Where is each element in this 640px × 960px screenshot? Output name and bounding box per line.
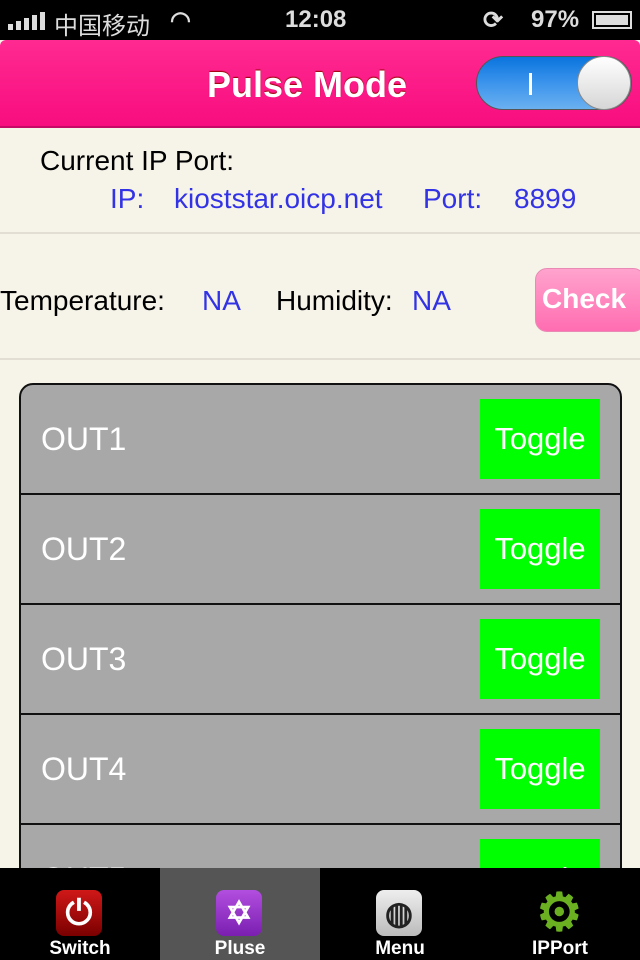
wifi-icon: ◠ — [170, 7, 191, 34]
output-row: OUT4 Toggle — [21, 715, 620, 825]
tab-label: Switch — [49, 938, 111, 959]
toggle-button[interactable]: Toggle — [480, 619, 600, 699]
gear-icon: ⚙ — [536, 884, 583, 942]
divider — [0, 358, 640, 360]
divider — [0, 232, 640, 234]
output-row: OUT3 Toggle — [21, 605, 620, 715]
power-icon: ⏻ — [56, 890, 102, 936]
output-row: OUT2 Toggle — [21, 495, 620, 605]
humidity-label: Humidity: — [276, 285, 393, 316]
star-of-david-icon: ✡ — [216, 890, 262, 936]
tab-menu[interactable]: ◍ Menu — [320, 868, 480, 960]
ip-label: IP: — [110, 183, 145, 214]
gear-shift-icon: ◍ — [376, 890, 422, 936]
output-row: OUT1 Toggle — [21, 385, 620, 495]
tab-label: Menu — [375, 938, 425, 959]
rotation-lock-icon: ⟳ — [483, 7, 504, 34]
toggle-button[interactable]: Toggle — [480, 399, 600, 479]
toggle-button[interactable]: Toggle — [480, 509, 600, 589]
ip-value: kioststar.oicp.net — [174, 183, 383, 214]
pulse-mode-switch[interactable] — [476, 56, 632, 110]
output-label: OUT1 — [41, 421, 127, 457]
temperature-value: NA — [202, 285, 241, 316]
carrier: 中国移动 — [54, 13, 150, 40]
signal-icon — [8, 10, 45, 30]
toggle-button[interactable]: Toggle — [480, 729, 600, 809]
tab-bar: ⏻ Switch ✡ Pluse ◍ Menu ⚙ IPPort — [0, 868, 640, 960]
page-title: Pulse Mode — [207, 64, 408, 105]
port-value: 8899 — [514, 183, 577, 214]
port-label: Port: — [423, 183, 483, 214]
status-bar: 中国移动 ◠ 12:08 ⟳ 97% — [0, 0, 640, 40]
tab-label: IPPort — [532, 938, 588, 959]
battery-icon — [592, 11, 632, 29]
tab-ipport[interactable]: ⚙ IPPort — [480, 868, 640, 960]
output-label: OUT4 — [41, 751, 127, 787]
temperature-label: Temperature: — [0, 285, 165, 316]
switch-knob[interactable] — [577, 56, 631, 110]
check-button[interactable]: Check — [535, 268, 640, 332]
tab-label: Pluse — [214, 938, 266, 959]
tab-switch[interactable]: ⏻ Switch — [0, 868, 160, 960]
outputs-list: OUT1 Toggle OUT2 Toggle OUT3 Toggle OUT4 Tog… — [19, 383, 622, 903]
clock: 12:08 — [285, 6, 347, 33]
ip-heading: Current IP Port: — [40, 145, 235, 176]
nav-bar: Pulse Mode — [0, 40, 640, 128]
output-label: OUT2 — [41, 531, 127, 567]
battery-percent: 97% — [531, 6, 580, 33]
output-label: OUT3 — [41, 641, 127, 677]
tab-pluse[interactable]: ✡ Pluse — [160, 868, 320, 960]
humidity-value: NA — [412, 285, 451, 316]
